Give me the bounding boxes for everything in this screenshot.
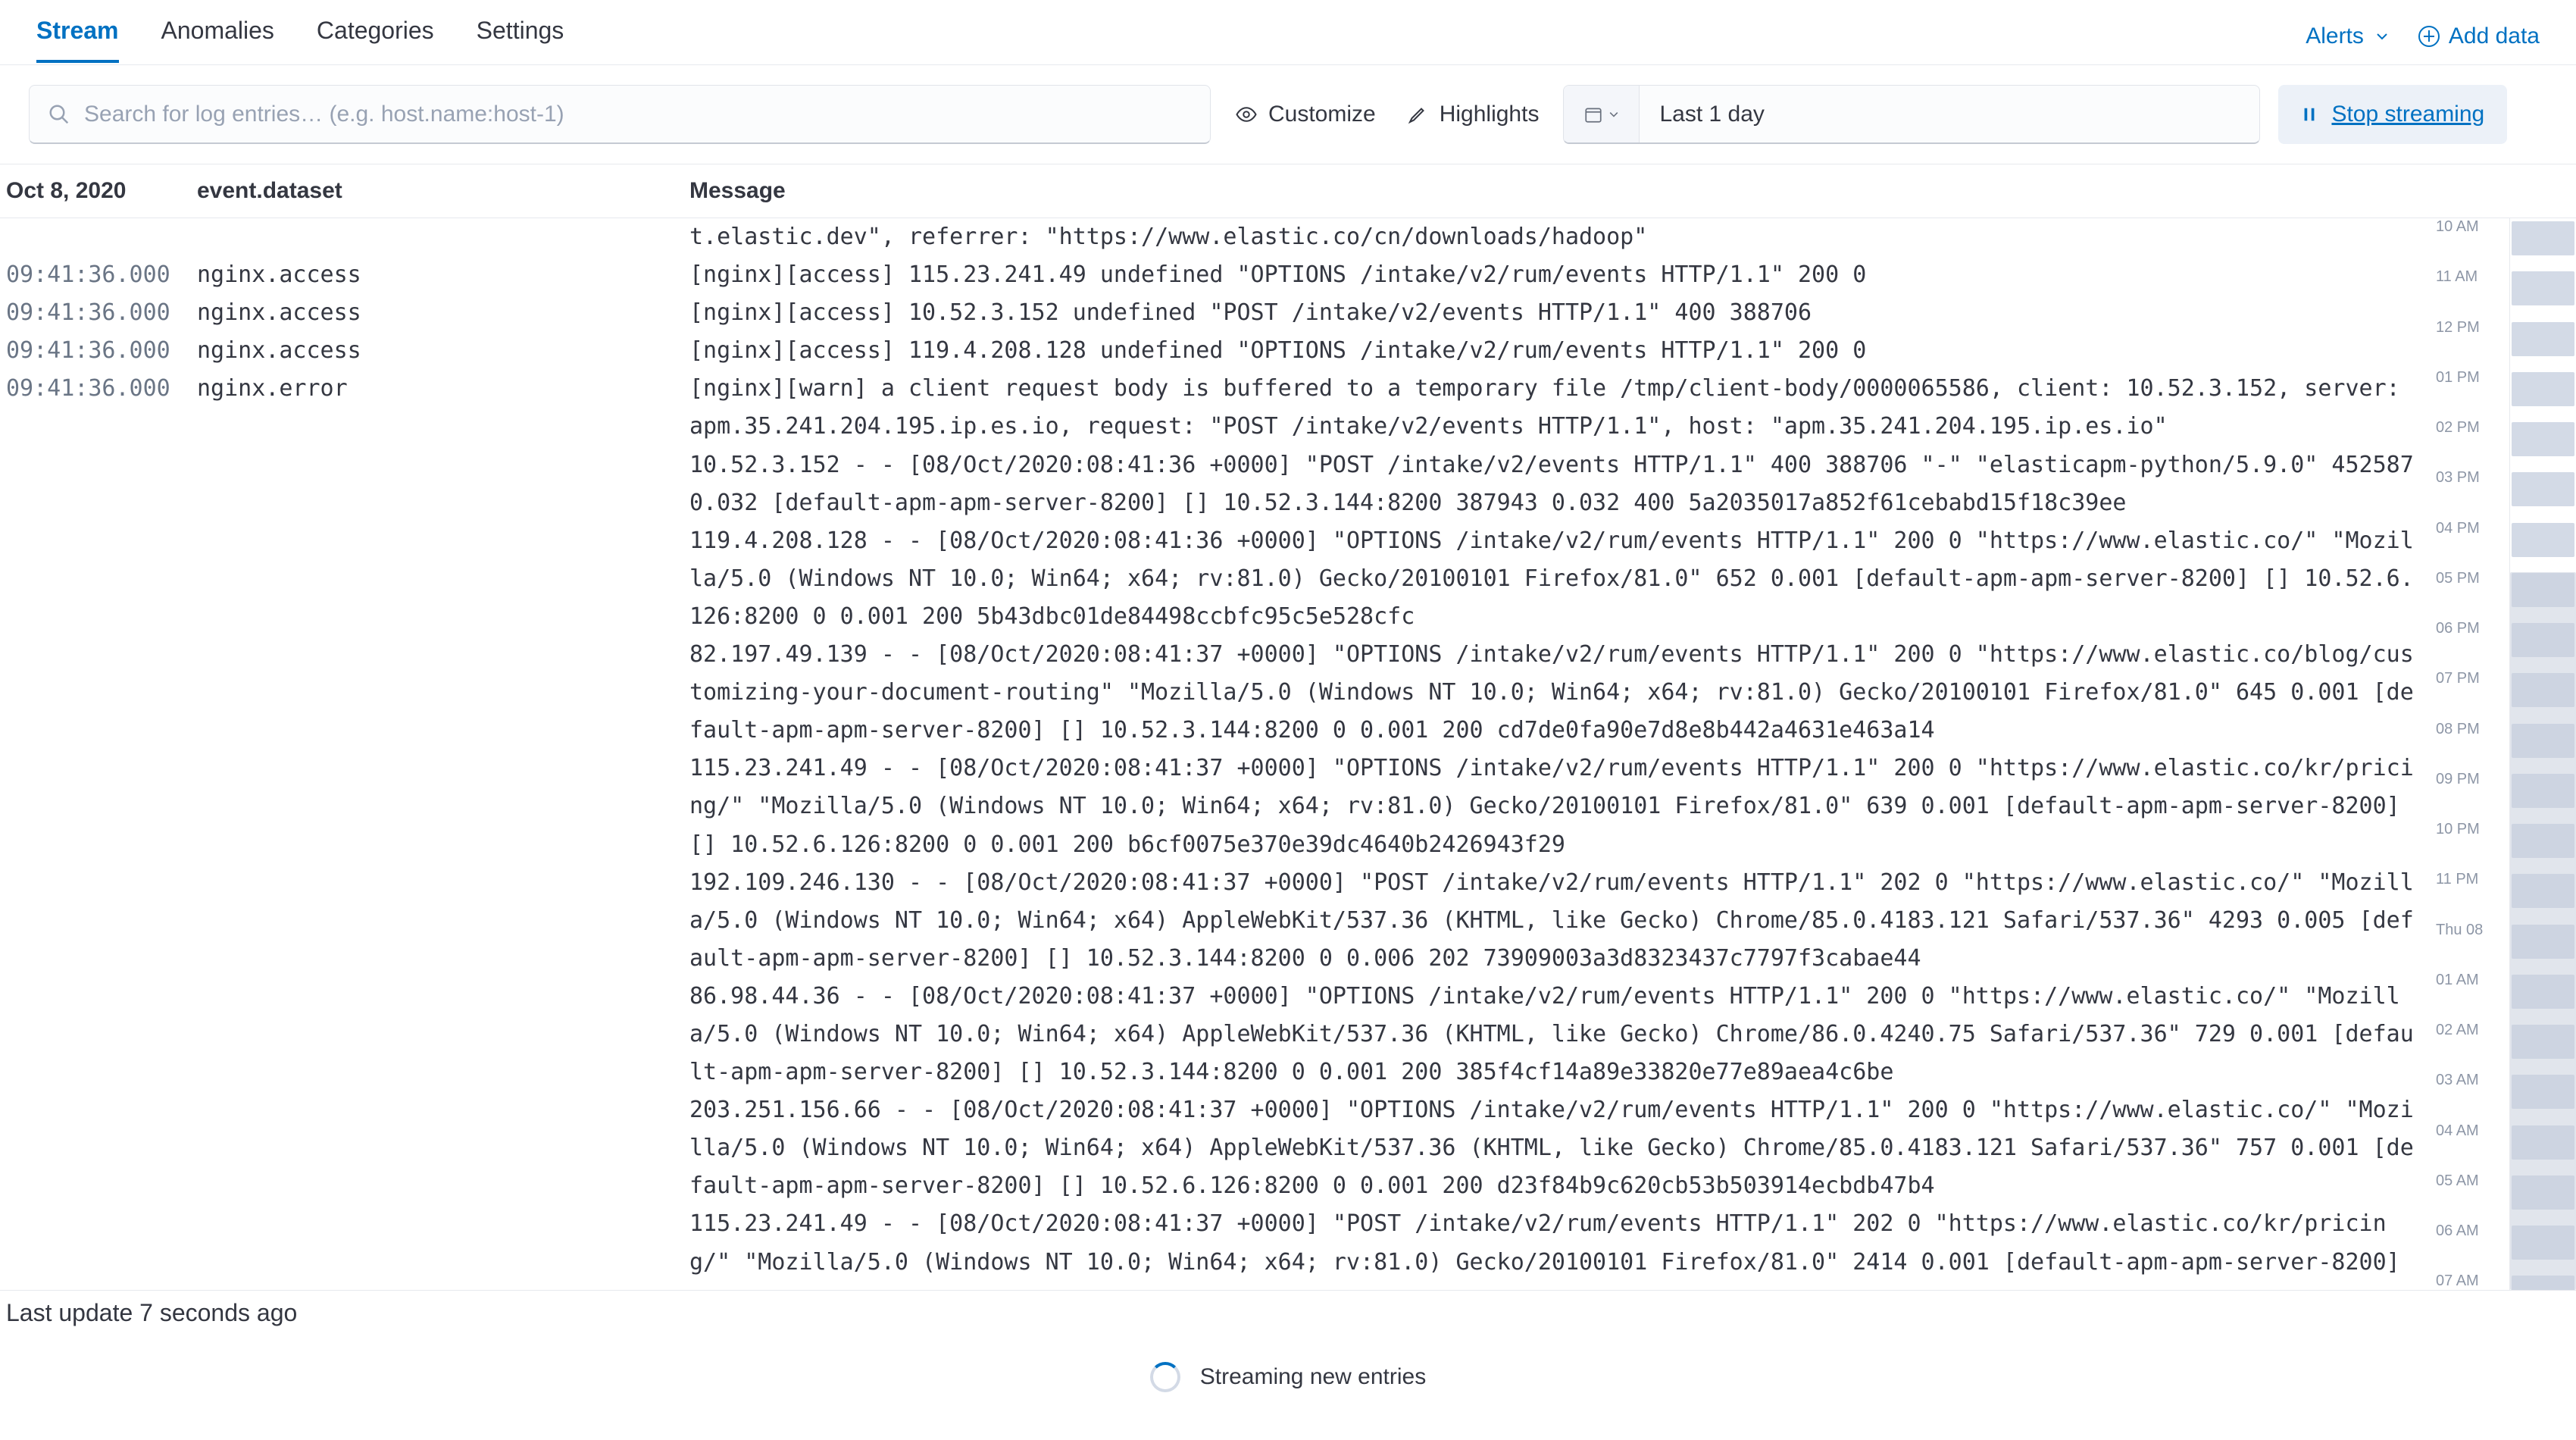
minimap-bar [2512,221,2574,255]
minimap-tick: 12 PM [2436,319,2480,337]
minimap-tick: 02 AM [2436,1022,2479,1039]
minimap-viewport[interactable] [2510,572,2576,1290]
log-dataset [197,218,689,256]
search-input-wrapper[interactable] [29,85,1211,144]
search-icon [48,103,70,126]
tab-settings[interactable]: Settings [477,9,564,63]
minimap-tick: 01 AM [2436,972,2479,989]
log-dataset: nginx.access [197,332,689,370]
log-dataset: nginx.error [197,370,689,1290]
minimap-tick: 07 PM [2436,670,2480,687]
minimap-tick: 04 AM [2436,1122,2479,1140]
log-timestamp: 09:41:36.000 [6,294,197,332]
log-timestamp: 09:41:36.000 [6,332,197,370]
add-data-label: Add data [2449,23,2540,49]
tab-anomalies[interactable]: Anomalies [161,9,274,63]
search-input[interactable] [84,102,1192,127]
minimap-tick: 03 AM [2436,1072,2479,1089]
eye-icon [1235,103,1258,126]
highlights-button[interactable]: Highlights [1400,99,1546,130]
tab-categories[interactable]: Categories [317,9,434,63]
log-row[interactable]: t.elastic.dev", referrer: "https://www.e… [6,218,2428,256]
minimap-tick: 07 AM [2436,1273,2479,1290]
loading-spinner-icon [1150,1362,1180,1392]
log-message: [nginx][warn] a client request body is b… [689,370,2428,1290]
log-minimap[interactable]: 10 AM 11 AM 12 PM 01 PM 02 PM 03 PM 04 PM 05 PM… [2428,218,2576,1290]
minimap-tick: Thu 08 [2436,922,2483,939]
date-range-picker[interactable]: Last 1 day [1563,85,2260,144]
pause-icon [2301,105,2318,124]
minimap-tick: 11 AM [2436,268,2478,286]
add-data-button[interactable]: Add data [2418,23,2540,49]
alerts-dropdown[interactable]: Alerts [2306,23,2390,49]
minimap-bar [2512,322,2574,356]
col-header-dataset[interactable]: event.dataset [197,178,689,204]
stop-streaming-label: Stop streaming [2331,102,2484,127]
log-body: t.elastic.dev", referrer: "https://www.e… [0,218,2576,1290]
toolbar: Customize Highlights Last 1 day Stop str… [0,65,2576,164]
minimap-tick: 05 PM [2436,570,2480,587]
stop-streaming-button[interactable]: Stop streaming [2278,85,2507,144]
minimap-tick: 01 PM [2436,369,2480,387]
log-message: [nginx][access] 119.4.208.128 undefined … [689,332,2428,370]
customize-label: Customize [1268,102,1376,127]
top-tabs: Stream Anomalies Categories Settings Alerts… [0,0,2576,65]
log-dataset: nginx.access [197,256,689,294]
minimap-tick: 06 AM [2436,1222,2479,1240]
minimap-tick: 09 PM [2436,771,2480,788]
log-row[interactable]: 09:41:36.000nginx.access[nginx][access] … [6,256,2428,294]
minimap-bar [2512,472,2574,506]
plus-circle-icon [2418,26,2440,47]
streaming-status-bar: Streaming new entries [0,1335,2576,1419]
col-header-timestamp[interactable]: Oct 8, 2020 [6,178,197,204]
minimap-bar [2512,422,2574,456]
last-update-bar: Last update 7 seconds ago [0,1290,2576,1335]
minimap-bar [2512,372,2574,406]
last-update-text: Last update 7 seconds ago [6,1299,297,1327]
log-row[interactable]: 09:41:36.000nginx.error[nginx][warn] a c… [6,370,2428,1290]
minimap-tick: 06 PM [2436,620,2480,637]
minimap-tick: 08 PM [2436,721,2480,738]
log-row[interactable]: 09:41:36.000nginx.access[nginx][access] … [6,294,2428,332]
col-header-message[interactable]: Message [689,178,2576,204]
log-message: t.elastic.dev", referrer: "https://www.e… [689,218,2428,256]
log-message: [nginx][access] 115.23.241.49 undefined … [689,256,2428,294]
chevron-down-icon [2374,29,2390,44]
log-column-headers: Oct 8, 2020 event.dataset Message [0,164,2576,218]
minimap-bar [2512,271,2574,305]
log-timestamp: 09:41:36.000 [6,370,197,1290]
date-range-text[interactable]: Last 1 day [1640,86,2259,142]
log-row[interactable]: 09:41:36.000nginx.access[nginx][access] … [6,332,2428,370]
minimap-tick: 02 PM [2436,419,2480,437]
customize-button[interactable]: Customize [1229,99,1382,130]
minimap-tick: 11 PM [2436,871,2478,888]
log-table[interactable]: t.elastic.dev", referrer: "https://www.e… [6,218,2428,1290]
minimap-tick: 03 PM [2436,469,2480,487]
minimap-bar [2512,523,2574,557]
log-message: [nginx][access] 10.52.3.152 undefined "P… [689,294,2428,332]
minimap-tick: 05 AM [2436,1172,2479,1190]
highlights-label: Highlights [1440,102,1540,127]
minimap-tick: 10 PM [2436,821,2480,838]
tab-stream[interactable]: Stream [36,9,119,63]
log-dataset: nginx.access [197,294,689,332]
calendar-dropdown-icon[interactable] [1564,86,1640,142]
highlighter-icon [1406,103,1429,126]
log-timestamp [6,218,197,256]
minimap-tick: 10 AM [2436,218,2479,236]
streaming-label: Streaming new entries [1200,1364,1426,1390]
log-timestamp: 09:41:36.000 [6,256,197,294]
minimap-tick: 04 PM [2436,520,2480,537]
alerts-label: Alerts [2306,23,2364,49]
